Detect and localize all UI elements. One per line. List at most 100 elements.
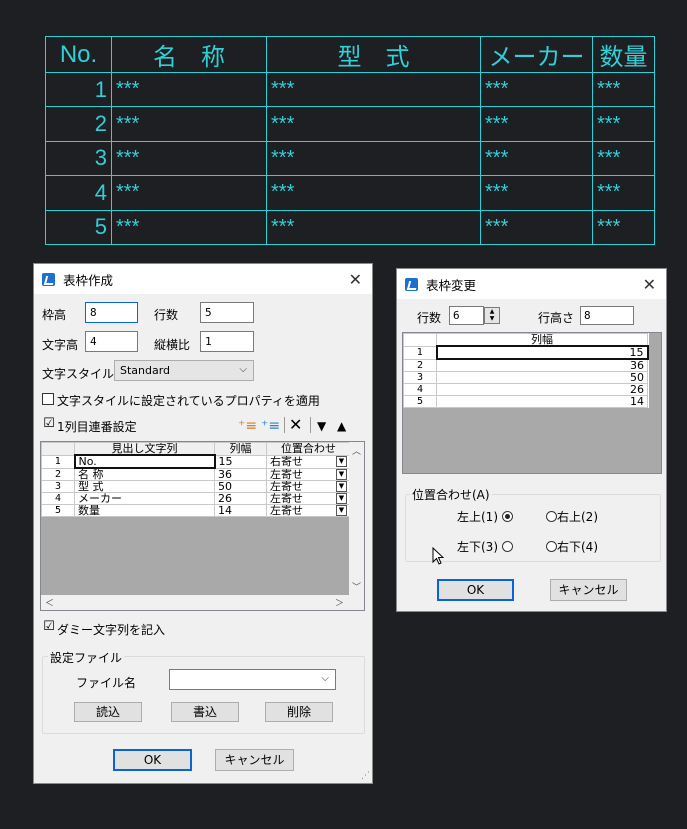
settings-group-label: 設定ファイル bbox=[48, 649, 125, 666]
resize-grip-icon[interactable]: ⋰ bbox=[361, 771, 370, 781]
table-row[interactable]: 4 26 bbox=[403, 383, 648, 396]
table-row[interactable]: 3 型 式 50 左寄せ ▼ bbox=[41, 480, 351, 493]
spin-up-icon[interactable]: ▲ bbox=[485, 308, 499, 315]
serial-checkbox[interactable]: ☑ bbox=[42, 417, 56, 431]
rows-spinner[interactable]: ▲ ▼ bbox=[484, 307, 500, 324]
close-icon[interactable]: ✕ bbox=[643, 275, 656, 294]
horizontal-scrollbar[interactable]: ＜ ＞ bbox=[41, 595, 364, 610]
grid-header-heading[interactable]: 見出し文字列 bbox=[74, 442, 215, 456]
chevron-down-icon[interactable]: ▼ bbox=[336, 493, 347, 504]
table-row[interactable]: 2 名 称 36 左寄せ ▼ bbox=[41, 467, 351, 481]
width-cell[interactable]: 36 bbox=[214, 467, 267, 481]
width-cell[interactable]: 15 bbox=[435, 345, 649, 360]
table-row[interactable]: 1 15 bbox=[403, 345, 649, 360]
frame-height-input[interactable]: 8 bbox=[85, 302, 138, 323]
heading-cell[interactable]: 型 式 bbox=[74, 480, 215, 493]
width-cell[interactable]: 26 bbox=[214, 492, 267, 505]
rows-input[interactable]: 6 bbox=[449, 306, 484, 325]
align-cell[interactable]: 左寄せ ▼ bbox=[266, 480, 351, 493]
title-bar[interactable]: 表枠変更 ✕ bbox=[397, 269, 666, 299]
cad-cell: *** bbox=[480, 106, 593, 142]
width-cell[interactable]: 50 bbox=[436, 371, 648, 384]
title-bar[interactable]: 表枠作成 ✕ bbox=[34, 264, 372, 294]
aspect-label: 縦横比 bbox=[154, 338, 191, 352]
vertical-scrollbar[interactable]: ︿ ﹀ bbox=[349, 442, 364, 595]
grid-header-align[interactable]: 位置合わせ bbox=[266, 442, 351, 456]
radio-off-icon[interactable] bbox=[546, 541, 557, 552]
move-down-icon[interactable]: ▼ bbox=[317, 419, 326, 433]
align-value: 右寄せ bbox=[270, 455, 303, 468]
table-row[interactable]: 5 14 bbox=[403, 395, 648, 408]
scroll-up-icon[interactable]: ︿ bbox=[349, 444, 364, 457]
file-name-select[interactable]: ⌵ bbox=[169, 669, 336, 690]
row-height-input[interactable]: 8 bbox=[580, 306, 634, 325]
write-button[interactable]: 書込 bbox=[171, 702, 239, 722]
aspect-input[interactable]: 1 bbox=[200, 331, 254, 352]
text-style-select[interactable]: Standard ⌵ bbox=[114, 360, 254, 381]
table-row[interactable]: 3 50 bbox=[403, 371, 648, 384]
width-cell[interactable]: 50 bbox=[214, 480, 267, 493]
ok-button[interactable]: OK bbox=[113, 749, 192, 771]
chevron-down-icon: ⌵ bbox=[321, 673, 329, 684]
width-cell[interactable]: 14 bbox=[436, 395, 648, 408]
radio-top-left-label: 左上(1) bbox=[457, 510, 498, 524]
insert-row-icon[interactable]: ⁺≡ bbox=[238, 419, 257, 433]
row-number: 5 bbox=[403, 395, 437, 408]
radio-bottom-right[interactable]: 右下(4) bbox=[546, 538, 598, 555]
cad-cell: *** bbox=[266, 106, 481, 142]
chevron-down-icon[interactable]: ▼ bbox=[336, 481, 347, 492]
heading-cell[interactable]: メーカー bbox=[74, 492, 215, 505]
heading-cell[interactable]: 名 称 bbox=[74, 467, 215, 481]
width-cell[interactable]: 36 bbox=[436, 358, 648, 372]
apply-style-checkbox[interactable] bbox=[42, 393, 54, 405]
table-row[interactable]: 4 メーカー 26 左寄せ ▼ bbox=[41, 492, 351, 505]
delete-button[interactable]: 削除 bbox=[265, 702, 333, 722]
delete-icon[interactable]: ✕ bbox=[289, 417, 302, 433]
align-cell[interactable]: 左寄せ ▼ bbox=[266, 504, 351, 517]
cad-workspace[interactable]: No. 名 称 型 式 メーカー 数量 1 *** *** *** *** 2 … bbox=[0, 0, 687, 829]
chevron-down-icon[interactable]: ▼ bbox=[336, 456, 347, 467]
grid-header-width[interactable]: 列幅 bbox=[436, 333, 648, 347]
heading-cell[interactable]: 数量 bbox=[74, 504, 215, 517]
chevron-down-icon[interactable]: ▼ bbox=[336, 505, 347, 516]
cad-header-model: 型 式 bbox=[266, 36, 481, 73]
table-row[interactable]: 5 数量 14 左寄せ ▼ bbox=[41, 504, 351, 517]
radio-top-right[interactable]: 右上(2) bbox=[546, 508, 598, 525]
text-height-input[interactable]: 4 bbox=[85, 331, 138, 352]
table-row[interactable]: 1 No. 15 右寄せ ▼ bbox=[41, 454, 351, 469]
heading-cell[interactable]: No. bbox=[73, 454, 216, 469]
ok-button[interactable]: OK bbox=[437, 579, 514, 601]
align-cell[interactable]: 右寄せ ▼ bbox=[266, 454, 351, 469]
cad-cell: 4 bbox=[45, 175, 112, 211]
columns-grid[interactable]: 見出し文字列 列幅 位置合わせ 1 No. 15 右寄せ ▼ 2 名 称 36 左… bbox=[40, 441, 365, 611]
cad-cell: *** bbox=[111, 209, 267, 245]
dummy-checkbox[interactable]: ☑ bbox=[42, 620, 56, 634]
radio-bottom-right-label: 右下(4) bbox=[557, 540, 598, 554]
spin-down-icon[interactable]: ▼ bbox=[485, 315, 499, 322]
column-width-grid[interactable]: 列幅 1 15 2 36 3 50 4 26 5 14 bbox=[402, 332, 662, 474]
read-button[interactable]: 読込 bbox=[74, 702, 142, 722]
radio-bottom-left[interactable]: 左下(3) bbox=[457, 538, 513, 555]
radio-top-left[interactable]: 左上(1) bbox=[457, 508, 513, 525]
align-cell[interactable]: 左寄せ ▼ bbox=[266, 467, 351, 481]
move-up-icon[interactable]: ▲ bbox=[337, 419, 346, 433]
rows-input[interactable]: 5 bbox=[200, 302, 254, 323]
cancel-button[interactable]: キャンセル bbox=[215, 749, 294, 771]
insert-after-icon[interactable]: ⁺≡ bbox=[261, 419, 280, 433]
scroll-right-icon[interactable]: ＞ bbox=[335, 596, 344, 609]
frame-height-label: 枠高 bbox=[42, 308, 67, 322]
width-cell[interactable]: 14 bbox=[214, 504, 267, 517]
grid-header-width[interactable]: 列幅 bbox=[214, 442, 267, 456]
cancel-button[interactable]: キャンセル bbox=[550, 579, 627, 601]
table-row[interactable]: 2 36 bbox=[403, 358, 648, 372]
align-cell[interactable]: 左寄せ ▼ bbox=[266, 492, 351, 505]
width-cell[interactable]: 15 bbox=[214, 454, 267, 469]
radio-off-icon[interactable] bbox=[546, 511, 557, 522]
chevron-down-icon[interactable]: ▼ bbox=[336, 468, 347, 480]
radio-on-icon[interactable] bbox=[501, 511, 513, 522]
scroll-left-icon[interactable]: ＜ bbox=[45, 596, 54, 609]
width-cell[interactable]: 26 bbox=[436, 383, 648, 396]
close-icon[interactable]: ✕ bbox=[349, 270, 362, 289]
scroll-down-icon[interactable]: ﹀ bbox=[349, 580, 364, 593]
radio-off-icon[interactable] bbox=[501, 541, 513, 552]
